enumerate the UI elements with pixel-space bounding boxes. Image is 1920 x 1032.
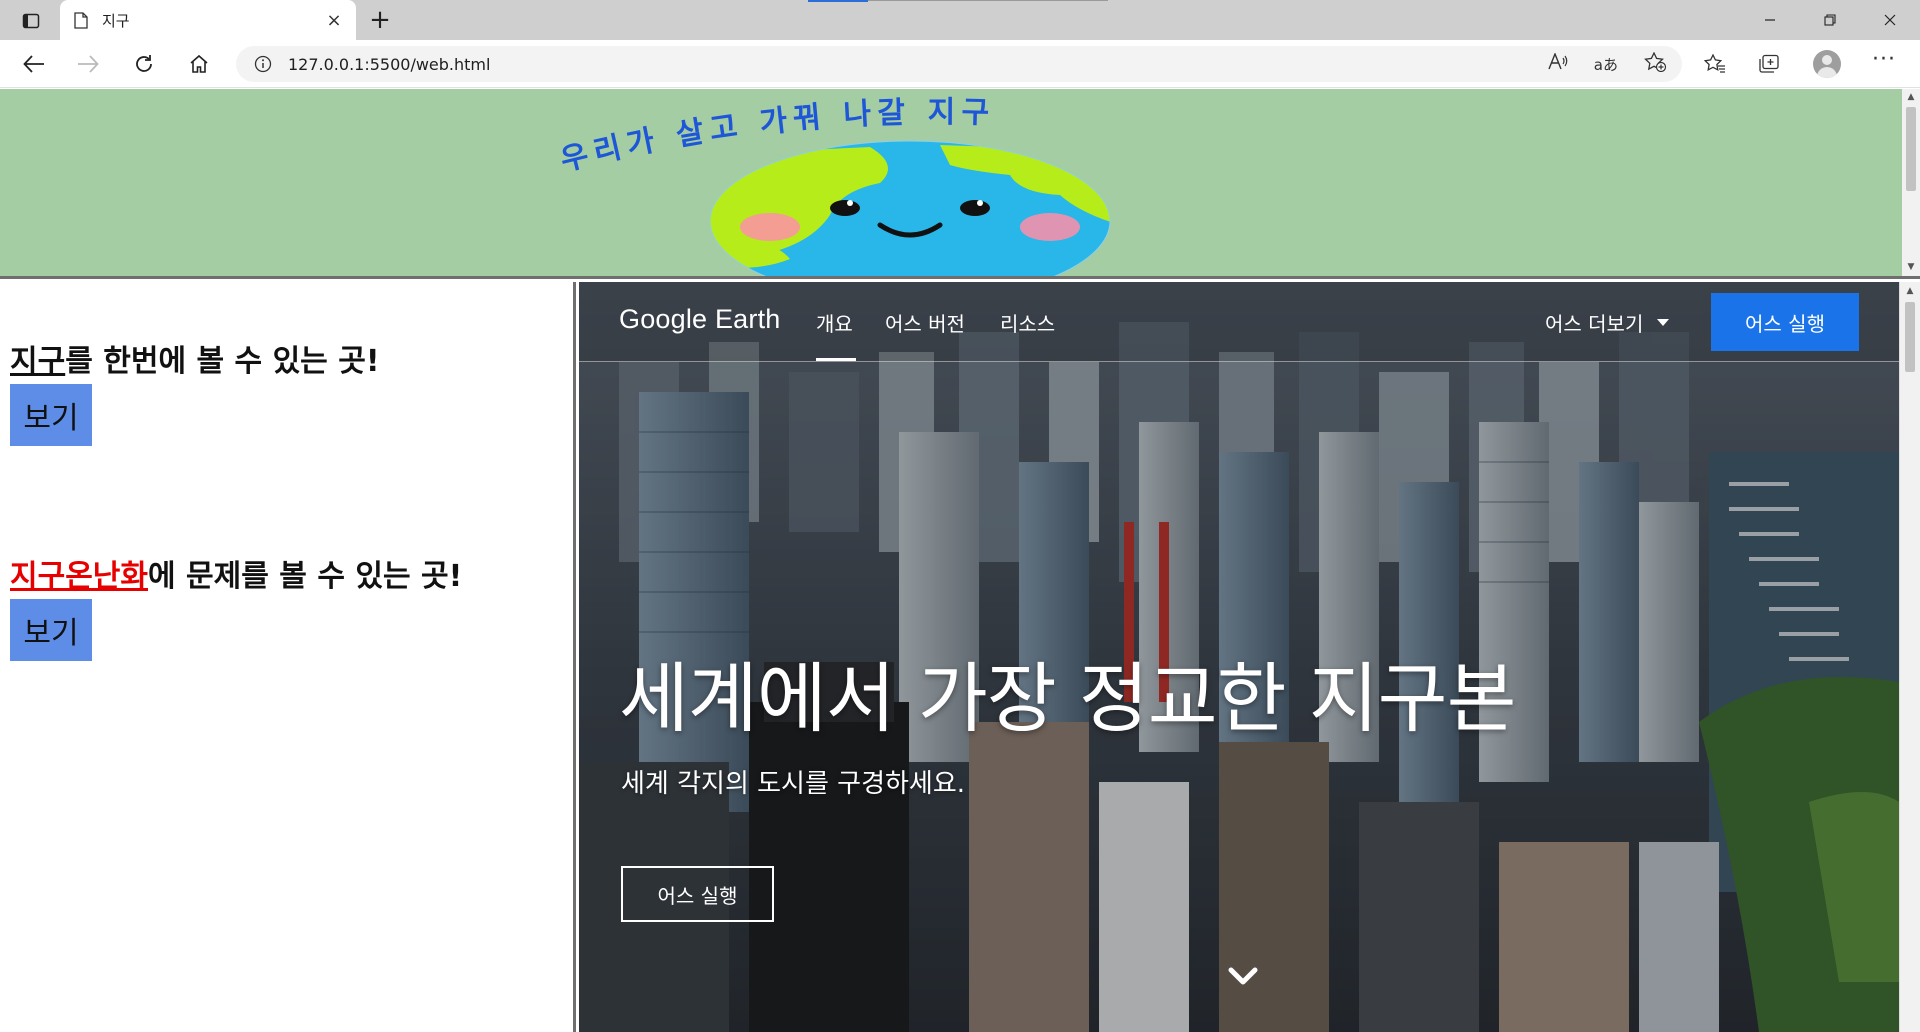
scroll-down-chevron-icon[interactable] (1223, 962, 1263, 992)
scrollbar-thumb[interactable] (1906, 107, 1916, 191)
nav-active-indicator (816, 358, 856, 361)
chevron-down-icon (1657, 319, 1670, 326)
close-tab-icon[interactable]: × (324, 10, 344, 31)
avatar (1813, 50, 1841, 78)
page-viewport: 우리가 살고 가꿔 나갈 지구 ▲ ▼ 지구를 한번에 볼 수 있는 곳! 보기… (0, 89, 1920, 1032)
browser-toolbar: 127.0.0.1:5500/web.html aあ ··· (0, 40, 1920, 88)
tab-strip-divider (868, 0, 1108, 1)
google-earth-header: Google Earth 개요 어스 버전 리소스 어스 더보기 어스 실행 (579, 282, 1899, 362)
scroll-down-icon[interactable]: ▼ (1905, 261, 1917, 273)
more-earth-dropdown[interactable]: 어스 더보기 (1545, 308, 1670, 337)
hero-title: 세계에서 가장 정교한 지구본 (619, 654, 1517, 743)
tab-actions-icon[interactable] (14, 8, 48, 34)
close-window-icon[interactable] (1860, 0, 1920, 40)
hero-launch-button[interactable]: 어스 실행 (621, 866, 774, 922)
scroll-up-icon[interactable]: ▲ (1905, 91, 1917, 103)
collections-icon[interactable] (1751, 48, 1787, 80)
address-bar[interactable]: 127.0.0.1:5500/web.html aあ (236, 46, 1682, 82)
browser-tab-active[interactable]: 지구 × (60, 0, 356, 40)
google-earth-logo[interactable]: Google Earth (619, 304, 781, 335)
earth-banner-illustration: 우리가 살고 가꿔 나갈 지구 (557, 95, 1111, 276)
section-heading-earth: 지구를 한번에 볼 수 있는 곳! (10, 336, 380, 380)
global-warming-link[interactable]: 지구온난화 (10, 559, 148, 594)
restore-icon[interactable] (1800, 0, 1860, 40)
right-cheek (1020, 213, 1080, 241)
back-arrow-icon[interactable] (16, 48, 52, 80)
heading-text: 에 문제를 볼 수 있는 곳! (148, 559, 463, 594)
left-eye (830, 200, 860, 216)
more-options-icon[interactable]: ··· (1866, 47, 1902, 80)
scroll-up-icon[interactable]: ▲ (1904, 285, 1916, 297)
earth-link[interactable]: 지구 (10, 344, 65, 379)
nav-resources[interactable]: 리소스 (1000, 308, 1055, 337)
refresh-icon[interactable] (126, 48, 162, 80)
more-earth-label: 어스 더보기 (1545, 312, 1644, 336)
hero-subtitle: 세계 각지의 도시를 구경하세요. (621, 769, 966, 799)
home-icon[interactable] (181, 48, 217, 80)
forward-arrow-icon[interactable] (70, 48, 106, 80)
city-aerial-background: Google Earth 개요 어스 버전 리소스 어스 더보기 어스 실행 세… (579, 282, 1899, 1032)
right-eye (960, 200, 990, 216)
site-info-icon[interactable] (252, 53, 274, 75)
google-earth-frame: Google Earth 개요 어스 버전 리소스 어스 더보기 어스 실행 세… (579, 282, 1920, 1032)
read-aloud-icon[interactable] (1548, 52, 1568, 75)
new-tab-button[interactable]: + (366, 5, 394, 35)
nav-earth-versions[interactable]: 어스 버전 (885, 308, 965, 337)
nav-overview[interactable]: 개요 (816, 308, 853, 337)
earth-frame-scrollbar[interactable]: ▲ (1899, 282, 1920, 1032)
tab-title: 지구 (102, 11, 130, 30)
view-earth-button[interactable]: 보기 (10, 384, 92, 446)
view-global-warming-button[interactable]: 보기 (10, 599, 92, 661)
banner-frame: 우리가 살고 가꿔 나갈 지구 ▲ ▼ (0, 89, 1920, 279)
scrollbar-thumb[interactable] (1905, 302, 1915, 372)
left-cheek (740, 213, 800, 241)
section-heading-global-warming: 지구온난화에 문제를 볼 수 있는 곳! (10, 551, 462, 595)
profile-avatar[interactable] (1809, 48, 1845, 80)
add-favorite-icon[interactable] (1644, 51, 1667, 76)
globe (710, 141, 1110, 276)
left-frame: 지구를 한번에 볼 수 있는 곳! 보기 지구온난화에 문제를 볼 수 있는 곳… (0, 282, 576, 1032)
browser-tab-bar: 지구 × + (0, 0, 1920, 40)
favorites-icon[interactable] (1697, 48, 1733, 80)
banner-scrollbar[interactable]: ▲ ▼ (1902, 89, 1920, 276)
heading-text: 를 한번에 볼 수 있는 곳! (65, 344, 380, 379)
tab-strip-indicator (808, 0, 868, 2)
translate-icon[interactable]: aあ (1594, 54, 1618, 75)
address-url[interactable]: 127.0.0.1:5500/web.html (288, 55, 490, 74)
minimize-icon[interactable] (1740, 0, 1800, 40)
launch-earth-button[interactable]: 어스 실행 (1711, 293, 1859, 351)
page-icon (72, 11, 90, 29)
